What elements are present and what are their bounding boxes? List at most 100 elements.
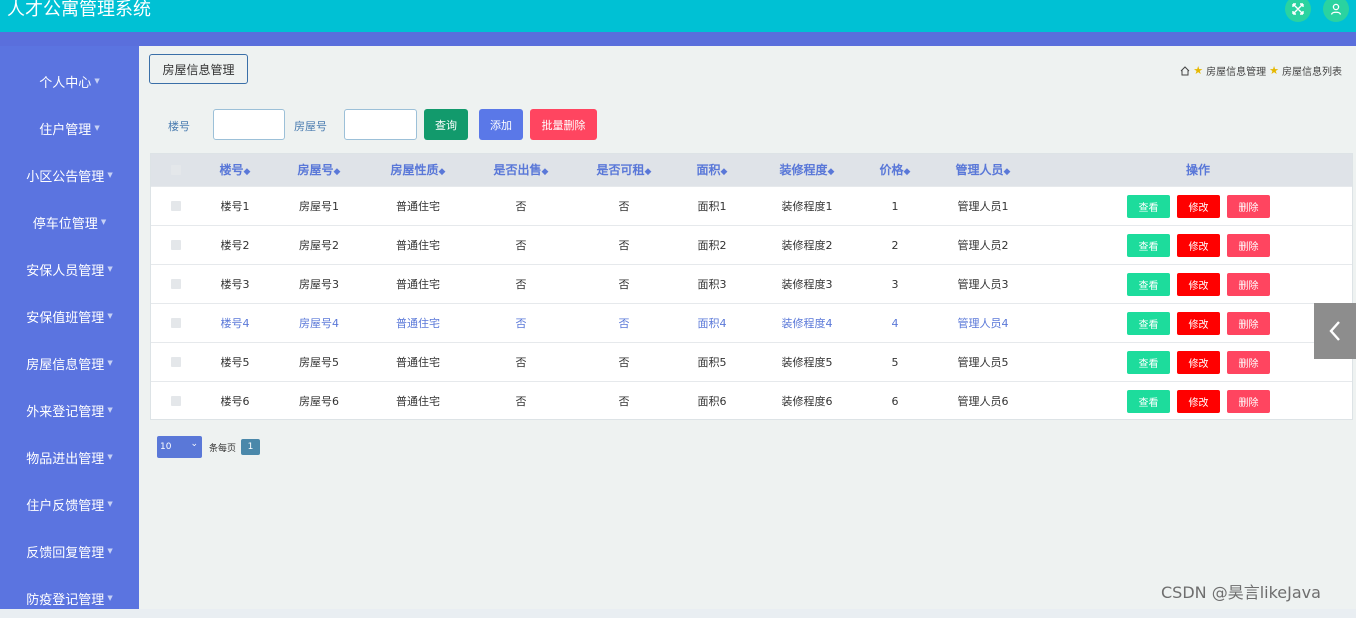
table-cell: 楼号2: [220, 239, 250, 252]
column-header[interactable]: 房屋性质◆: [391, 154, 446, 186]
table-cell: 面积4: [697, 317, 727, 330]
delete-button[interactable]: 删除: [1227, 390, 1270, 413]
column-header[interactable]: 管理人员◆: [956, 154, 1011, 186]
page-size-select[interactable]: 10 ⌄: [157, 436, 202, 458]
row-checkbox[interactable]: [171, 201, 181, 211]
table-cell: 楼号1: [220, 200, 250, 213]
row-checkbox[interactable]: [171, 396, 181, 406]
column-label: 装修程度: [779, 163, 828, 177]
delete-button[interactable]: 删除: [1227, 195, 1270, 218]
edit-button[interactable]: 修改: [1177, 273, 1220, 296]
column-header[interactable]: 房屋号◆: [298, 154, 341, 186]
chevron-down-icon: ▼: [107, 312, 113, 320]
column-label: 房屋号: [297, 163, 334, 177]
sidebar-item-epidemic[interactable]: 防疫登记管理 ▼: [0, 578, 139, 618]
fullscreen-icon[interactable]: [1285, 0, 1311, 22]
room-input[interactable]: [344, 109, 417, 140]
query-button[interactable]: 查询: [424, 109, 468, 140]
sidebar-item-label: 停车位管理: [32, 216, 98, 232]
page-size-value: 10: [160, 442, 172, 452]
table-cell: 否: [618, 278, 630, 291]
table-cell: 面积1: [697, 200, 727, 213]
sidebar-item-goods[interactable]: 物品进出管理 ▼: [0, 437, 139, 477]
column-header[interactable]: 价格◆: [880, 154, 911, 186]
delete-button[interactable]: 删除: [1227, 234, 1270, 257]
edit-button[interactable]: 修改: [1177, 234, 1220, 257]
sidebar-item-label: 住户反馈管理: [26, 498, 105, 514]
delete-button[interactable]: 删除: [1227, 273, 1270, 296]
chevron-down-icon: ▼: [107, 406, 113, 414]
sidebar-item-residents[interactable]: 住户管理 ▼: [0, 108, 139, 148]
sidebar-item-housing[interactable]: 房屋信息管理 ▼: [0, 343, 139, 383]
home-icon[interactable]: [1180, 65, 1190, 76]
chevron-down-icon: ▼: [107, 265, 113, 273]
column-header: 操作: [1185, 163, 1211, 177]
breadcrumb-item[interactable]: 房屋信息管理: [1206, 63, 1266, 78]
edit-button[interactable]: 修改: [1177, 195, 1220, 218]
column-header[interactable]: 楼号◆: [220, 154, 251, 186]
table-cell: 否: [618, 239, 630, 252]
edit-button[interactable]: 修改: [1177, 351, 1220, 374]
sidebar-item-security-shift[interactable]: 安保值班管理 ▼: [0, 296, 139, 336]
table-cell: 装修程度5: [781, 356, 833, 369]
app-title: 人才公寓管理系统: [7, 0, 151, 20]
edit-button[interactable]: 修改: [1177, 390, 1220, 413]
sort-icon: ◆: [243, 167, 251, 177]
view-button[interactable]: 查看: [1127, 351, 1170, 374]
chevron-down-icon: ▼: [107, 171, 113, 179]
column-header[interactable]: 是否可租◆: [597, 154, 652, 186]
delete-button[interactable]: 删除: [1227, 351, 1270, 374]
table-cell: 普通住宅: [396, 356, 440, 369]
sidebar-item-feedback[interactable]: 住户反馈管理 ▼: [0, 484, 139, 524]
select-all-checkbox[interactable]: [171, 165, 181, 175]
tab-housing-info[interactable]: 房屋信息管理: [149, 54, 248, 84]
add-button[interactable]: 添加: [479, 109, 523, 140]
page-number-button[interactable]: 1: [241, 439, 260, 455]
sidebar-item-profile[interactable]: 个人中心 ▼: [0, 61, 139, 101]
collapse-panel-button[interactable]: [1314, 303, 1356, 359]
delete-button[interactable]: 删除: [1227, 312, 1270, 335]
table-cell: 管理人员4: [957, 317, 1009, 330]
sidebar-item-parking[interactable]: 停车位管理 ▼: [0, 202, 139, 242]
sidebar-item-label: 安保值班管理: [26, 310, 105, 326]
table-cell: 否: [618, 395, 630, 408]
column-label: 是否出售: [493, 163, 542, 177]
view-button[interactable]: 查看: [1127, 195, 1170, 218]
data-table: 楼号◆ 房屋号◆ 房屋性质◆ 是否出售◆ 是否可租◆ 面积◆ 装修程度◆ 价格◆…: [150, 153, 1353, 420]
sidebar-item-label: 物品进出管理: [26, 451, 105, 467]
breadcrumb: ★ 房屋信息管理 ★ 房屋信息列表: [1180, 63, 1342, 78]
view-button[interactable]: 查看: [1127, 312, 1170, 335]
chevron-down-icon: ▼: [107, 453, 113, 461]
chevron-down-icon: ▼: [94, 77, 100, 85]
chevron-left-icon: [1329, 321, 1340, 341]
table-cell: 房屋号4: [299, 317, 339, 330]
table-row: 楼号3 房屋号3 普通住宅 否 否 面积3 装修程度3 3 管理人员3 查看 修改 删除: [151, 264, 1352, 304]
column-header[interactable]: 面积◆: [697, 154, 728, 186]
row-checkbox[interactable]: [171, 318, 181, 328]
table-cell: 否: [618, 356, 630, 369]
batch-delete-button[interactable]: 批量删除: [530, 109, 597, 140]
row-checkbox[interactable]: [171, 240, 181, 250]
view-button[interactable]: 查看: [1127, 234, 1170, 257]
user-icon[interactable]: [1323, 0, 1349, 22]
table-cell: 管理人员2: [957, 239, 1009, 252]
watermark: CSDN @昊言likeJava: [1161, 583, 1321, 602]
column-header[interactable]: 是否出售◆: [494, 154, 549, 186]
sidebar-item-security-staff[interactable]: 安保人员管理 ▼: [0, 249, 139, 289]
table-row: 楼号2 房屋号2 普通住宅 否 否 面积2 装修程度2 2 管理人员2 查看 修改 删除: [151, 225, 1352, 265]
row-checkbox[interactable]: [171, 357, 181, 367]
building-input[interactable]: [213, 109, 285, 140]
sidebar-item-replies[interactable]: 反馈回复管理 ▼: [0, 531, 139, 571]
table-cell: 否: [618, 200, 630, 213]
edit-button[interactable]: 修改: [1177, 312, 1220, 335]
sidebar-item-visitors[interactable]: 外来登记管理 ▼: [0, 390, 139, 430]
sidebar-item-label: 个人中心: [39, 75, 92, 91]
view-button[interactable]: 查看: [1127, 390, 1170, 413]
sidebar-item-notices[interactable]: 小区公告管理 ▼: [0, 155, 139, 195]
table-cell: 装修程度4: [781, 317, 833, 330]
table-cell: 2: [891, 239, 899, 252]
column-header[interactable]: 装修程度◆: [780, 154, 835, 186]
row-checkbox[interactable]: [171, 279, 181, 289]
table-cell: 房屋号5: [299, 356, 339, 369]
view-button[interactable]: 查看: [1127, 273, 1170, 296]
